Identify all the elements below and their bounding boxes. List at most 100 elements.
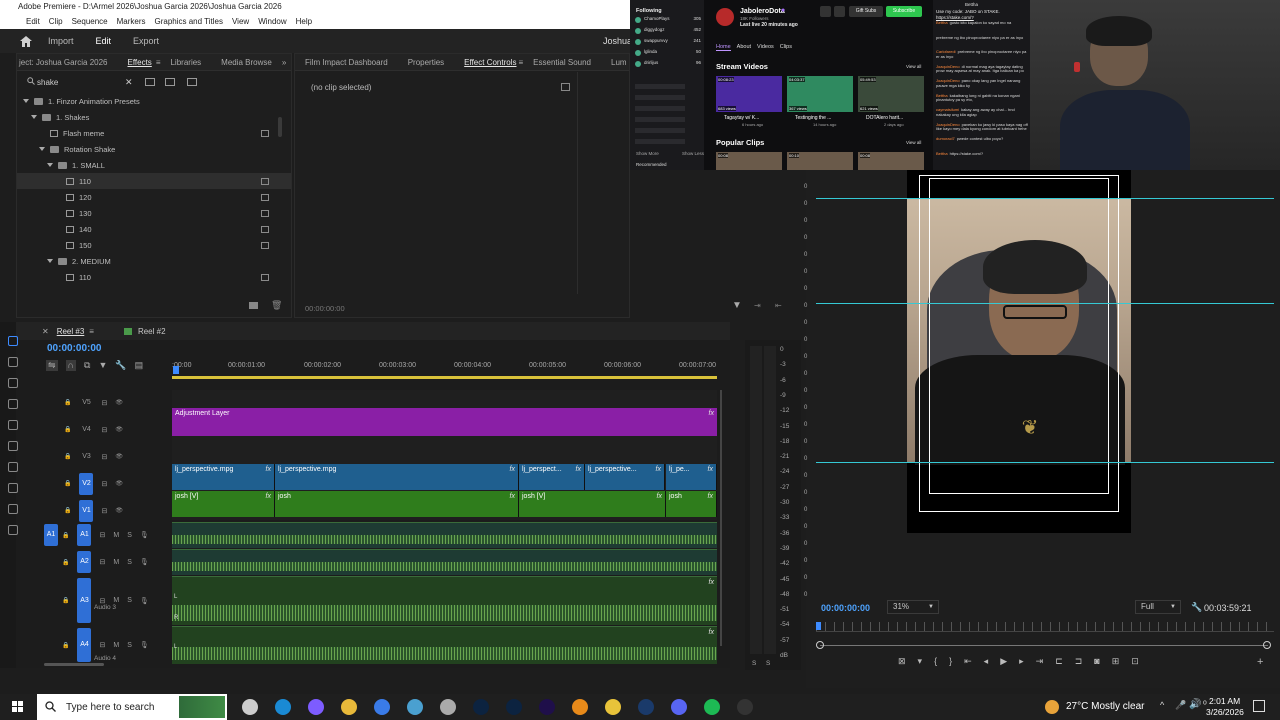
- gift-subs-button[interactable]: Gift Subs: [849, 6, 883, 17]
- mute-button[interactable]: M: [113, 559, 119, 566]
- tab-reel-2[interactable]: Reel #2: [138, 327, 166, 336]
- task-view-icon[interactable]: [241, 699, 258, 715]
- video-title[interactable]: Testinging the ...: [795, 115, 831, 121]
- edge-icon[interactable]: [274, 699, 291, 715]
- clock-date[interactable]: 3/26/2026: [1206, 707, 1244, 717]
- menu-sequence[interactable]: Sequence: [72, 14, 108, 29]
- type-tool-icon[interactable]: [8, 504, 18, 514]
- tab-essential-sound[interactable]: Essential Sound: [523, 58, 601, 67]
- wrench-icon[interactable]: 🔧: [1191, 602, 1202, 613]
- guide-line[interactable]: [816, 462, 1274, 463]
- source-patch[interactable]: [44, 634, 58, 656]
- audio-clip[interactable]: fx: [172, 576, 717, 625]
- hand-tool-icon[interactable]: [8, 483, 18, 493]
- project-label[interactable]: ject: Joshua Garcia 2026: [17, 58, 118, 67]
- go-to-in-icon[interactable]: ⇤: [964, 656, 972, 667]
- mark-out-icon[interactable]: }: [949, 656, 952, 667]
- track-label[interactable]: A3: [77, 578, 92, 623]
- video-title[interactable]: DOTAlero harit...: [866, 115, 903, 121]
- tab-reel-3[interactable]: Reel #3: [57, 327, 85, 336]
- new-folder-icon[interactable]: [249, 302, 258, 309]
- mute-button[interactable]: M: [113, 597, 119, 604]
- eye-icon[interactable]: 👁: [115, 507, 123, 514]
- marker-icon[interactable]: ▼: [98, 360, 107, 371]
- eye-icon[interactable]: 👁: [115, 426, 123, 433]
- notifications-icon[interactable]: [820, 6, 831, 17]
- rectangle-tool-icon[interactable]: [8, 462, 18, 472]
- video-clip[interactable]: josh [V] fx: [519, 491, 666, 517]
- linked-selection-icon[interactable]: ∩: [65, 360, 77, 371]
- caption-tool-icon[interactable]: [8, 525, 18, 535]
- premiere-icon[interactable]: [538, 699, 555, 715]
- slip-tool-icon[interactable]: [8, 420, 18, 430]
- close-sequence-icon[interactable]: ✕: [42, 327, 49, 336]
- following-item[interactable]: lglinda 50: [635, 49, 701, 59]
- show-more-link[interactable]: Show More: [636, 151, 659, 156]
- solo-button[interactable]: S: [127, 532, 132, 539]
- program-scrollbar[interactable]: [820, 645, 1268, 646]
- step-back-icon[interactable]: ◂: [984, 656, 989, 667]
- snap-icon[interactable]: ⇋: [46, 360, 58, 371]
- go-in-icon[interactable]: ⇤: [775, 301, 782, 310]
- obs-icon[interactable]: [736, 699, 753, 715]
- tab-properties[interactable]: Properties: [398, 58, 454, 67]
- expand-arrow-icon[interactable]: [47, 259, 53, 263]
- tree-folder[interactable]: 1. Finzor Animation Presets: [17, 93, 291, 109]
- chat-promo-link[interactable]: https://stake.com/?: [936, 15, 974, 20]
- view-all-clips-link[interactable]: View all: [906, 140, 921, 145]
- filter-icon[interactable]: ▼: [732, 300, 742, 311]
- panel-menu-icon[interactable]: ≡: [89, 327, 94, 336]
- offline-channel[interactable]: [635, 117, 685, 122]
- source-patch[interactable]: A1: [44, 524, 58, 546]
- tree-preset[interactable]: 150: [17, 237, 291, 253]
- audio-clip[interactable]: [172, 522, 717, 548]
- vlc-icon[interactable]: [571, 699, 588, 715]
- lift-icon[interactable]: ⊠: [898, 656, 906, 667]
- video-clip[interactable]: josh fx: [666, 491, 717, 517]
- fx-badge[interactable]: fx: [656, 466, 661, 473]
- notepad-icon[interactable]: [406, 699, 423, 715]
- guide-line[interactable]: [816, 303, 1274, 304]
- menu-edit[interactable]: Edit: [26, 14, 40, 29]
- solo-button[interactable]: S: [127, 597, 132, 604]
- panel-options-icon[interactable]: [561, 83, 570, 91]
- solo-right[interactable]: S: [766, 660, 770, 667]
- offline-channel[interactable]: [635, 95, 685, 100]
- tree-preset[interactable]: 110: [17, 269, 291, 285]
- photoshop-icon[interactable]: [505, 699, 522, 715]
- horizontal-scrollbar[interactable]: [44, 663, 104, 666]
- source-patch[interactable]: [44, 551, 58, 573]
- lock-icon[interactable]: 🔒: [64, 507, 71, 514]
- tree-folder[interactable]: 2. MEDIUM: [17, 253, 291, 269]
- add-marker-icon[interactable]: ▾: [918, 656, 923, 667]
- channel-name[interactable]: JaboleroDota: [740, 8, 785, 15]
- vertical-scrollbar[interactable]: [720, 390, 722, 646]
- workspace-tab-export[interactable]: Export: [133, 36, 159, 46]
- mute-button[interactable]: M: [113, 642, 119, 649]
- weather-icon[interactable]: [1045, 700, 1059, 714]
- view-all-link[interactable]: View all: [906, 64, 921, 69]
- insert-icon[interactable]: ⊏: [1055, 656, 1063, 667]
- fx-badge[interactable]: fx: [709, 579, 714, 586]
- lock-icon[interactable]: 🔒: [62, 642, 69, 649]
- yuv-filter-icon[interactable]: [187, 78, 197, 86]
- more-tabs-icon[interactable]: »: [282, 58, 286, 67]
- solo-button[interactable]: S: [127, 642, 132, 649]
- track-label[interactable]: V3: [79, 453, 93, 460]
- track-label[interactable]: V2: [79, 472, 94, 495]
- following-item[interactable]: swappurvvy 241: [635, 38, 701, 48]
- export-frame-icon[interactable]: ◙: [1094, 656, 1099, 667]
- subscribe-button[interactable]: Subscribe: [886, 6, 922, 17]
- audio-clip[interactable]: fx: [172, 626, 717, 664]
- nest-icon[interactable]: ⧉: [84, 360, 90, 371]
- program-time-ruler[interactable]: [816, 622, 1274, 632]
- go-to-out-icon[interactable]: ⇥: [1036, 656, 1044, 667]
- workspace-tab-import[interactable]: Import: [48, 36, 74, 46]
- notifications-icon[interactable]: [1253, 700, 1265, 712]
- guide-line[interactable]: [816, 198, 1274, 199]
- source-patch[interactable]: [44, 590, 58, 612]
- step-forward-icon[interactable]: ▸: [1019, 656, 1024, 667]
- sync-lock-icon[interactable]: ⊟: [101, 480, 107, 488]
- overwrite-icon[interactable]: ⊐: [1075, 656, 1083, 667]
- channel-tab-clips[interactable]: Clips: [780, 44, 792, 51]
